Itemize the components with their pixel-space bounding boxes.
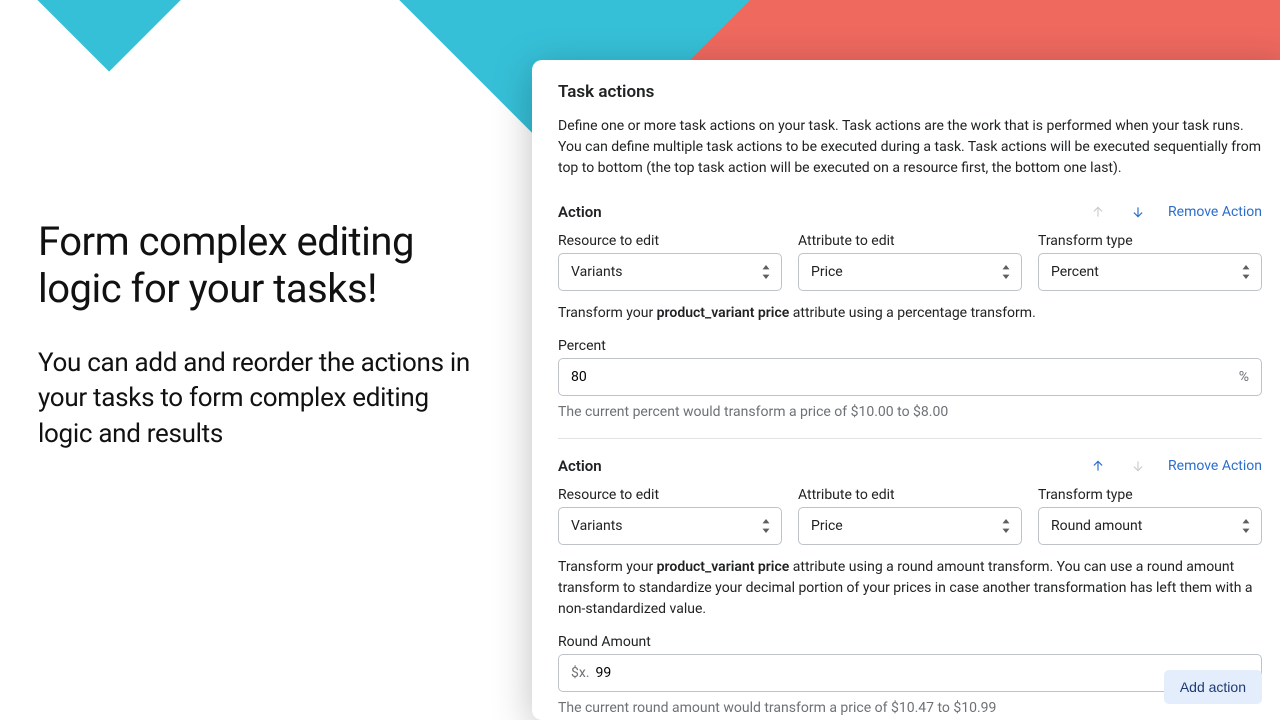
select-caret-icon xyxy=(761,265,771,279)
arrow-down-icon xyxy=(1131,457,1145,475)
resource-select[interactable]: Variants xyxy=(558,253,782,291)
task-actions-card: Task actions Define one or more task act… xyxy=(532,60,1280,720)
select-value: Variants xyxy=(571,264,623,280)
select-caret-icon xyxy=(1001,519,1011,533)
percent-hint: The current percent would transform a pr… xyxy=(558,404,1262,420)
select-value: Variants xyxy=(571,518,623,534)
transform-select[interactable]: Round amount xyxy=(1038,507,1262,545)
select-value: Round amount xyxy=(1051,518,1142,534)
task-action-1: Action Remove Action Resource to edit Va… xyxy=(558,201,1262,420)
transform-summary: Transform your product_variant price att… xyxy=(558,557,1262,620)
select-caret-icon xyxy=(1241,265,1251,279)
resource-label: Resource to edit xyxy=(558,233,782,249)
attribute-label: Attribute to edit xyxy=(798,487,1022,503)
move-up-button[interactable] xyxy=(1088,455,1108,477)
select-caret-icon xyxy=(1001,265,1011,279)
attribute-select[interactable]: Price xyxy=(798,507,1022,545)
card-description: Define one or more task actions on your … xyxy=(558,116,1262,179)
move-down-button[interactable] xyxy=(1128,201,1148,223)
promo-subtext: You can add and reorder the actions in y… xyxy=(38,346,478,451)
remove-action-button[interactable]: Remove Action xyxy=(1168,458,1262,474)
attribute-label: Attribute to edit xyxy=(798,233,1022,249)
percent-suffix: % xyxy=(1239,369,1249,385)
arrow-up-icon xyxy=(1091,203,1105,221)
move-up-button xyxy=(1088,201,1108,223)
round-input[interactable] xyxy=(596,665,1249,681)
resource-select[interactable]: Variants xyxy=(558,507,782,545)
arrow-up-icon xyxy=(1091,457,1105,475)
transform-label: Transform type xyxy=(1038,233,1262,249)
percent-input-wrap: % xyxy=(558,358,1262,396)
divider xyxy=(558,438,1262,439)
select-value: Percent xyxy=(1051,264,1099,280)
percent-label: Percent xyxy=(558,338,1262,354)
resource-label: Resource to edit xyxy=(558,487,782,503)
attribute-select[interactable]: Price xyxy=(798,253,1022,291)
move-down-button xyxy=(1128,455,1148,477)
arrow-down-icon xyxy=(1131,203,1145,221)
promo-headline: Form complex editing logic for your task… xyxy=(38,218,478,312)
select-caret-icon xyxy=(1241,519,1251,533)
remove-action-button[interactable]: Remove Action xyxy=(1168,204,1262,220)
round-hint: The current round amount would transform… xyxy=(558,700,1262,716)
transform-label: Transform type xyxy=(1038,487,1262,503)
round-input-wrap: $x. xyxy=(558,654,1262,692)
card-title: Task actions xyxy=(558,82,1262,102)
task-action-2: Action Remove Action Resource to edit Va… xyxy=(558,455,1262,716)
round-prefix: $x. xyxy=(571,665,590,681)
select-caret-icon xyxy=(761,519,771,533)
round-label: Round Amount xyxy=(558,634,1262,650)
select-value: Price xyxy=(811,518,843,534)
transform-select[interactable]: Percent xyxy=(1038,253,1262,291)
transform-summary: Transform your product_variant price att… xyxy=(558,303,1262,324)
action-label: Action xyxy=(558,203,1088,221)
select-value: Price xyxy=(811,264,843,280)
percent-input[interactable] xyxy=(571,369,1239,385)
add-action-button[interactable]: Add action xyxy=(1164,670,1262,704)
action-label: Action xyxy=(558,457,1088,475)
